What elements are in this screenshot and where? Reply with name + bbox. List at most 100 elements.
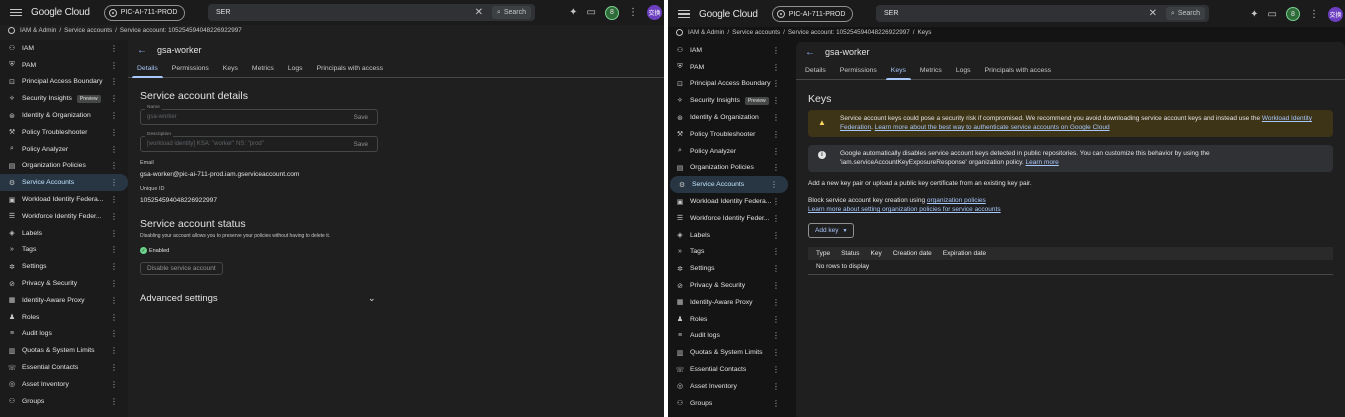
tab-keys[interactable]: Keys — [216, 60, 245, 77]
sidebar-item-audit-logs[interactable]: ≡ Audit logs ⋮ — [668, 328, 790, 345]
tab-principals-with-access[interactable]: Principals with access — [978, 62, 1058, 79]
sidebar-item-workforce-identity-feder[interactable]: ☰ Workforce Identity Feder... ⋮ — [668, 210, 790, 227]
sidebar-item-security-insights[interactable]: ⟡ Security Insights Preview ⋮ — [668, 92, 790, 109]
sidebar-item-policy-troubleshooter[interactable]: ⚒ Policy Troubleshooter ⋮ — [0, 124, 128, 141]
sidebar-item-pam[interactable]: ⛨ PAM ⋮ — [0, 57, 128, 74]
more-vert-icon[interactable]: ⋮ — [110, 380, 118, 389]
sidebar-item-roles[interactable]: ♟ Roles ⋮ — [668, 311, 790, 328]
disable-service-account-button[interactable]: Disable service account — [140, 262, 223, 275]
sidebar-item-organization-policies[interactable]: ▤ Organization Policies ⋮ — [0, 158, 128, 175]
more-vert-icon[interactable]: ⋮ — [110, 195, 118, 204]
breadcrumb-item[interactable]: Keys — [917, 29, 931, 36]
auth-best-practice-link[interactable]: Learn more about the best way to authent… — [875, 124, 1110, 131]
sidebar-item-quotas-system-limits[interactable]: ▥ Quotas & System Limits ⋮ — [0, 342, 128, 359]
more-vert-icon[interactable]: ⋮ — [110, 178, 118, 187]
more-vert-icon[interactable]: ⋮ — [110, 346, 118, 355]
sidebar-item-settings[interactable]: ✲ Settings ⋮ — [0, 258, 128, 275]
notifications-badge[interactable]: 8 — [605, 5, 619, 20]
add-key-button[interactable]: Add key ▼ — [808, 223, 855, 238]
sidebar-item-identity-organization[interactable]: ⊛ Identity & Organization ⋮ — [668, 109, 790, 126]
sidebar-item-organization-policies[interactable]: ▤ Organization Policies ⋮ — [668, 160, 790, 177]
breadcrumb-item[interactable]: IAM & Admin — [688, 29, 724, 36]
more-vert-icon[interactable]: ⋮ — [110, 94, 118, 103]
learn-more-link[interactable]: Learn more — [1026, 159, 1059, 166]
search-button[interactable]: ⌕ Search — [1165, 7, 1205, 20]
save-name-button[interactable]: Save — [354, 114, 368, 121]
more-vert-icon[interactable]: ⋮ — [772, 46, 780, 55]
breadcrumb-item[interactable]: Service accounts — [732, 29, 780, 36]
more-vert-icon[interactable]: ⋮ — [772, 63, 780, 72]
tab-logs[interactable]: Logs — [281, 60, 310, 77]
sidebar-item-iam[interactable]: ⚇ IAM ⋮ — [0, 40, 128, 57]
sidebar-item-privacy-security[interactable]: ⊘ Privacy & Security ⋮ — [0, 275, 128, 292]
cloud-shell-icon[interactable]: ▭ — [587, 7, 596, 18]
sidebar-item-groups[interactable]: ⚇ Groups ⋮ — [668, 395, 790, 412]
more-vert-icon[interactable]: ⋮ — [110, 44, 118, 53]
gemini-icon[interactable]: ✦ — [1250, 9, 1258, 20]
sidebar-item-policy-troubleshooter[interactable]: ⚒ Policy Troubleshooter ⋮ — [668, 126, 790, 143]
sidebar-item-workload-identity-federa[interactable]: ▣ Workload Identity Federa... ⋮ — [668, 193, 790, 210]
more-vert-icon[interactable]: ⋮ — [110, 363, 118, 372]
more-vert-icon[interactable]: ⋮ — [772, 163, 780, 172]
breadcrumb-item[interactable]: IAM & Admin — [20, 27, 56, 34]
sidebar-item-roles[interactable]: ♟ Roles ⋮ — [0, 309, 128, 326]
sidebar-item-settings[interactable]: ✲ Settings ⋮ — [668, 260, 790, 277]
hamburger-menu-icon[interactable] — [678, 10, 690, 18]
breadcrumb-item[interactable]: Service accounts — [64, 27, 112, 34]
more-vert-icon[interactable]: ⋮ — [110, 61, 118, 70]
hamburger-menu-icon[interactable] — [10, 8, 22, 17]
more-vert-icon[interactable]: ⋮ — [772, 130, 780, 139]
more-vert-icon[interactable]: ⋮ — [1309, 9, 1319, 20]
avatar[interactable]: 交换 — [1328, 6, 1343, 22]
clear-search-icon[interactable]: ✕ — [475, 7, 483, 18]
sidebar-item-groups[interactable]: ⚇ Groups ⋮ — [0, 393, 128, 410]
more-vert-icon[interactable]: ⋮ — [772, 247, 780, 256]
more-vert-icon[interactable]: ⋮ — [110, 212, 118, 221]
more-vert-icon[interactable]: ⋮ — [110, 229, 118, 238]
tab-keys[interactable]: Keys — [884, 62, 913, 80]
column-header[interactable]: Creation date — [893, 250, 932, 257]
more-vert-icon[interactable]: ⋮ — [110, 111, 118, 120]
more-vert-icon[interactable]: ⋮ — [110, 397, 118, 406]
more-vert-icon[interactable]: ⋮ — [110, 313, 118, 322]
more-vert-icon[interactable]: ⋮ — [110, 128, 118, 137]
more-vert-icon[interactable]: ⋮ — [628, 7, 638, 18]
search-input[interactable]: SER — [216, 9, 230, 16]
column-header[interactable]: Expiration date — [943, 250, 986, 257]
name-field[interactable]: Name gsa-worker Save — [140, 105, 378, 125]
cloud-shell-icon[interactable]: ▭ — [1268, 9, 1277, 20]
org-policy-learn-more-link[interactable]: Learn more about setting organization po… — [808, 206, 1001, 213]
tab-details[interactable]: Details — [798, 62, 833, 79]
gemini-icon[interactable]: ✦ — [569, 7, 577, 18]
sidebar-item-security-insights[interactable]: ⟡ Security Insights Preview ⋮ — [0, 90, 128, 107]
column-header[interactable]: Status — [841, 250, 859, 257]
sidebar-item-identity-organization[interactable]: ⊛ Identity & Organization ⋮ — [0, 107, 128, 124]
sidebar-item-asset-inventory[interactable]: ◎ Asset Inventory ⋮ — [0, 376, 128, 393]
project-picker[interactable]: PIC-AI-711-PROD — [771, 6, 854, 22]
more-vert-icon[interactable]: ⋮ — [110, 77, 118, 86]
clear-search-icon[interactable]: ✕ — [1149, 8, 1157, 19]
search-bar[interactable]: SER ✕ ⌕ Search — [876, 5, 1209, 22]
sidebar-item-workforce-identity-feder[interactable]: ☰ Workforce Identity Feder... ⋮ — [0, 208, 128, 225]
sidebar-item-essential-contacts[interactable]: ☏ Essential Contacts ⋮ — [0, 359, 128, 376]
more-vert-icon[interactable]: ⋮ — [110, 145, 118, 154]
breadcrumb-item[interactable]: Service account: 105254594048226922997 — [788, 29, 910, 36]
more-vert-icon[interactable]: ⋮ — [772, 298, 780, 307]
search-input[interactable]: SER — [884, 10, 898, 17]
column-header[interactable]: Key — [871, 250, 882, 257]
tab-principals-with-access[interactable]: Principals with access — [310, 60, 390, 77]
sidebar-item-principal-access-boundary[interactable]: ⊡ Principal Access Boundary ⋮ — [0, 74, 128, 91]
more-vert-icon[interactable]: ⋮ — [110, 279, 118, 288]
tab-logs[interactable]: Logs — [949, 62, 978, 79]
search-bar[interactable]: SER ✕ ⌕ Search — [208, 4, 535, 21]
more-vert-icon[interactable]: ⋮ — [110, 329, 118, 338]
more-vert-icon[interactable]: ⋮ — [772, 331, 780, 340]
sidebar-item-essential-contacts[interactable]: ☏ Essential Contacts ⋮ — [668, 361, 790, 378]
sidebar-item-service-accounts[interactable]: ⚙ Service Accounts ⋮ — [0, 174, 128, 192]
avatar[interactable]: 交换 — [647, 5, 662, 20]
more-vert-icon[interactable]: ⋮ — [110, 245, 118, 254]
tab-permissions[interactable]: Permissions — [165, 60, 216, 77]
more-vert-icon[interactable]: ⋮ — [770, 180, 778, 189]
more-vert-icon[interactable]: ⋮ — [772, 113, 780, 122]
more-vert-icon[interactable]: ⋮ — [772, 147, 780, 156]
